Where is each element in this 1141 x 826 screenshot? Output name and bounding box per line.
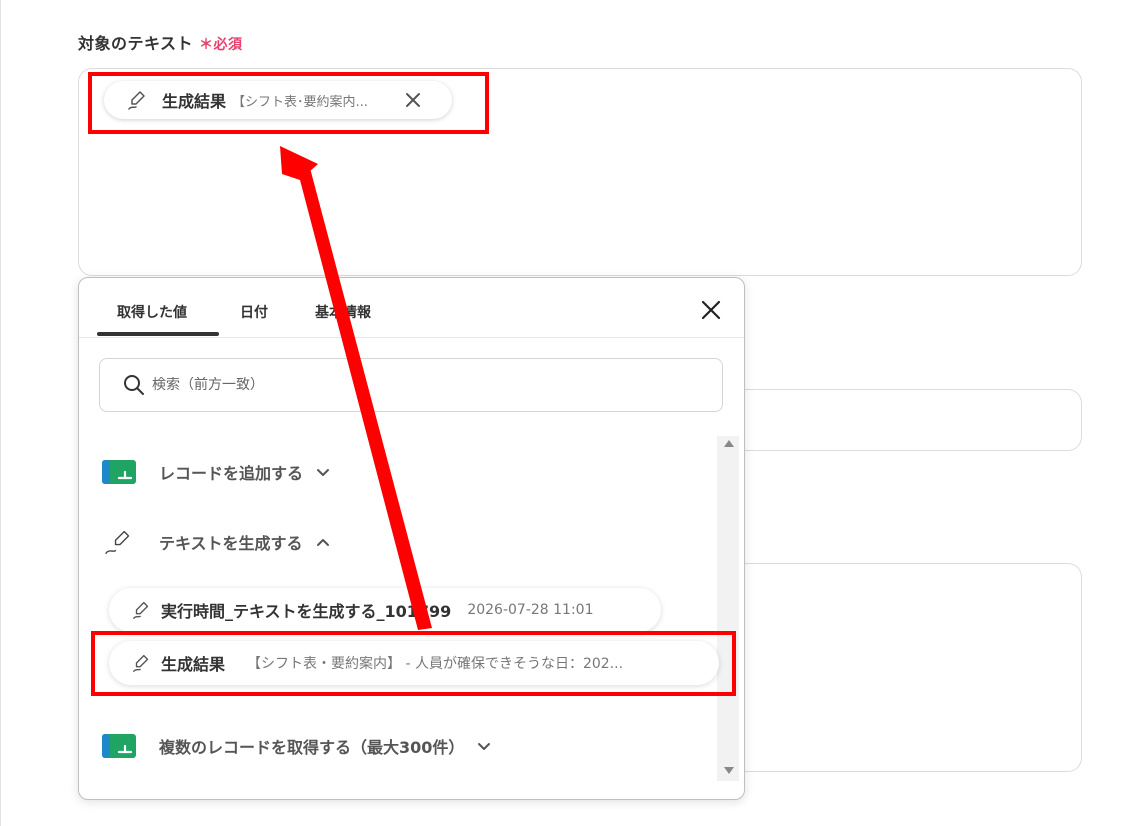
required-mark: ＊必須 [199,37,243,53]
chevron-down-icon [478,743,491,750]
list-item[interactable]: 実行時間_テキストを生成する_101799 2026-07-28 11:01 [109,588,661,632]
active-tab-indicator [97,332,219,336]
group-label: レコードを追加する [159,464,304,483]
tab-bar: 取得した値 日付 基本情報 [79,278,744,338]
pen-icon [105,530,130,554]
tab-basic-info[interactable]: 基本情報 [315,302,371,322]
tab-acquired-values[interactable]: 取得した値 [117,302,187,322]
field-label-text: 対象のテキスト [78,34,194,53]
chevron-down-icon [317,469,330,476]
annotation-highlight-bottom [91,631,736,696]
search-input[interactable] [152,377,652,393]
chevron-up-icon [316,539,329,546]
group-get-multiple-records[interactable]: 複数のレコードを取得する（最大300件） [101,733,492,759]
item-subtitle: 2026-07-28 11:01 [467,602,594,618]
scrollbar[interactable] [717,436,739,781]
scroll-up-arrow[interactable] [724,440,734,447]
item-title: 実行時間_テキストを生成する_101799 [161,602,452,621]
close-icon[interactable] [699,298,723,322]
background-textarea[interactable] [730,563,1082,772]
scroll-down-arrow[interactable] [724,767,734,774]
group-add-record[interactable]: レコードを追加する [101,459,331,485]
search-box [99,358,723,412]
page-left-border [0,0,1,826]
pen-icon [133,601,149,619]
sheet-icon [102,460,136,484]
sheet-icon [102,734,136,758]
group-label: 複数のレコードを取得する（最大300件） [159,738,465,757]
background-field[interactable] [730,389,1082,451]
group-generate-text[interactable]: テキストを生成する [101,529,331,555]
value-picker-popup: 取得した値 日付 基本情報 レコードを追加する テキストを生 [78,277,745,800]
group-label: テキストを生成する [159,534,303,553]
field-label: 対象のテキスト ＊必須 [78,30,243,54]
search-icon [124,375,144,395]
annotation-highlight-top [88,72,489,134]
tab-date[interactable]: 日付 [240,302,268,322]
